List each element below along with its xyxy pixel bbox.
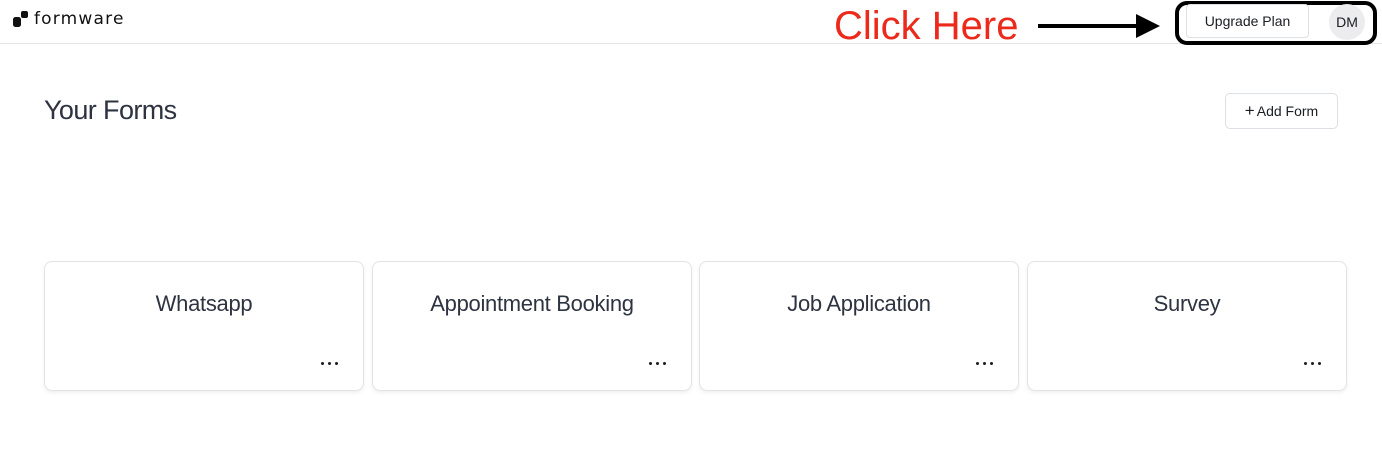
plus-icon: +	[1244, 101, 1255, 120]
upgrade-plan-button[interactable]: Upgrade Plan	[1186, 4, 1309, 38]
brand-logo[interactable]: formware	[12, 9, 125, 29]
brand-name: formware	[34, 9, 125, 29]
top-nav-bar: formware Click Here Upgrade Plan DM	[0, 0, 1382, 48]
add-form-button[interactable]: + Add Form	[1225, 93, 1338, 129]
form-card-appointment-booking[interactable]: Appointment Booking	[372, 261, 692, 391]
annotation-click-here: Click Here	[834, 4, 1019, 48]
form-card-job-application[interactable]: Job Application	[699, 261, 1019, 391]
more-horizontal-icon[interactable]	[976, 362, 993, 365]
page-title: Your Forms	[44, 95, 177, 125]
form-card-title: Survey	[1153, 291, 1221, 316]
form-card-title: Appointment Booking	[430, 291, 634, 316]
annotation-arrow-icon	[1038, 14, 1160, 38]
form-card-whatsapp[interactable]: Whatsapp	[44, 261, 364, 391]
more-horizontal-icon[interactable]	[649, 362, 666, 365]
user-avatar[interactable]: DM	[1329, 4, 1365, 40]
formware-logo-icon	[13, 11, 28, 27]
form-card-title: Whatsapp	[155, 291, 253, 316]
add-form-label: Add Form	[1256, 103, 1319, 119]
form-card-title: Job Application	[787, 291, 931, 316]
more-horizontal-icon[interactable]	[1304, 362, 1321, 365]
more-horizontal-icon[interactable]	[321, 362, 338, 365]
form-card-survey[interactable]: Survey	[1027, 261, 1347, 391]
